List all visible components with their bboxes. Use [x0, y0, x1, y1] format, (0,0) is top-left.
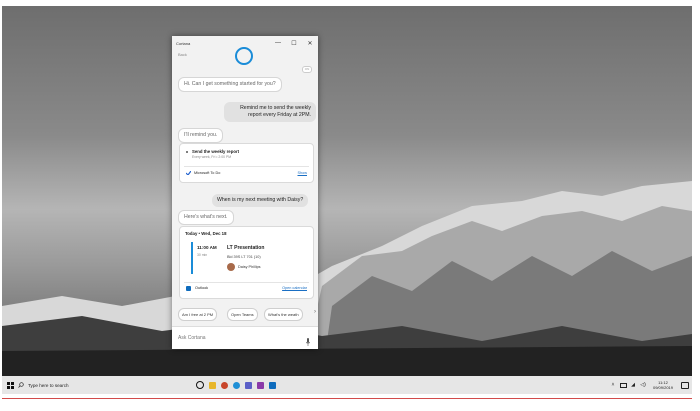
- agenda-card[interactable]: Today • Wed, Dec 18 11:00 AM 30 min LT P…: [179, 226, 314, 299]
- cortana-greeting: Hi. Can I get something started for you?: [178, 77, 282, 92]
- outlook-icon: [186, 286, 191, 291]
- notebook-badge[interactable]: ON: [302, 66, 312, 73]
- event-color-bar: [191, 242, 193, 274]
- back-button[interactable]: Back: [178, 52, 187, 57]
- user-message: Remind me to send the weekly report ever…: [224, 102, 316, 122]
- search-placeholder: Type here to search: [28, 382, 69, 388]
- meeting-person: Daisy Phillips: [238, 265, 261, 269]
- ask-cortana-input[interactable]: Ask Cortana: [178, 335, 206, 341]
- microphone-icon[interactable]: [305, 333, 311, 346]
- onenote-icon[interactable]: [254, 376, 266, 394]
- search-icon: [18, 381, 28, 389]
- file-explorer-icon[interactable]: [206, 376, 218, 394]
- powerpoint-icon[interactable]: [218, 376, 230, 394]
- cortana-window: Cortana — ☐ ✕ Back ON Hi. Can I get some…: [172, 36, 318, 349]
- reminder-app: Microsoft To Do: [194, 171, 221, 175]
- todo-check-icon: [185, 170, 192, 176]
- windows-start-icon[interactable]: [2, 376, 18, 394]
- network-icon[interactable]: ◢: [628, 376, 638, 394]
- close-button[interactable]: ✕: [302, 36, 318, 50]
- meeting-room: Bld 39S LT 701 (10): [227, 255, 261, 259]
- meeting-time: 11:00 AM: [197, 245, 217, 250]
- show-link[interactable]: Show: [298, 171, 308, 175]
- divider: [184, 166, 309, 167]
- suggestion-chip[interactable]: What's the weath: [264, 308, 303, 321]
- suggestion-chip[interactable]: Am I free at 2 PM: [178, 308, 218, 321]
- open-calendar-link[interactable]: Open calendar: [282, 286, 307, 290]
- taskbar-search-box[interactable]: Type here to search: [18, 376, 168, 394]
- reminder-subtitle: Every week, Fri • 2:00 PM: [192, 155, 232, 159]
- divider: [184, 282, 309, 283]
- desktop-wallpaper: Cortana — ☐ ✕ Back ON Hi. Can I get some…: [2, 6, 692, 376]
- suggestion-chip[interactable]: Open Teams: [227, 308, 258, 321]
- chevron-up-icon[interactable]: ˄: [608, 376, 618, 394]
- divider: [2, 398, 692, 399]
- meeting-duration: 30 min: [197, 253, 208, 257]
- notifications-icon[interactable]: [678, 376, 692, 394]
- agenda-app: Outlook: [195, 286, 209, 290]
- chevron-right-icon[interactable]: ›: [314, 309, 316, 315]
- bullet-icon: [186, 151, 188, 153]
- user-message: When is my next meeting with Daisy?: [212, 194, 309, 207]
- window-title: Cortana: [176, 40, 191, 46]
- volume-icon[interactable]: ◁): [638, 376, 648, 394]
- taskbar: Type here to search ˄ ◢ ◁) 11:12 09/09/2…: [2, 376, 692, 394]
- reminder-card[interactable]: Send the weekly report Every week, Fri •…: [179, 143, 314, 183]
- clock-date: 09/09/2019: [652, 385, 674, 390]
- clock[interactable]: 11:12 09/09/2019: [648, 380, 678, 391]
- cortana-reply: I'll remind you.: [178, 128, 224, 143]
- ask-cortana-bar[interactable]: Ask Cortana: [172, 326, 318, 349]
- reminder-title: Send the weekly report: [192, 149, 240, 154]
- outlook-taskbar-icon[interactable]: [266, 376, 278, 394]
- edge-icon[interactable]: [230, 376, 242, 394]
- teams-icon[interactable]: [242, 376, 254, 394]
- battery-icon[interactable]: [618, 376, 628, 394]
- maximize-button[interactable]: ☐: [286, 36, 302, 50]
- agenda-header: Today • Wed, Dec 18: [185, 231, 227, 236]
- mountain-landscape: [2, 181, 692, 376]
- avatar: [227, 263, 235, 271]
- meeting-title: LT Presentation: [227, 245, 265, 251]
- cortana-reply: Here's what's next.: [178, 210, 234, 225]
- minimize-button[interactable]: —: [270, 36, 286, 50]
- cortana-circle-icon[interactable]: [194, 376, 206, 394]
- cortana-ring-icon: [235, 47, 253, 65]
